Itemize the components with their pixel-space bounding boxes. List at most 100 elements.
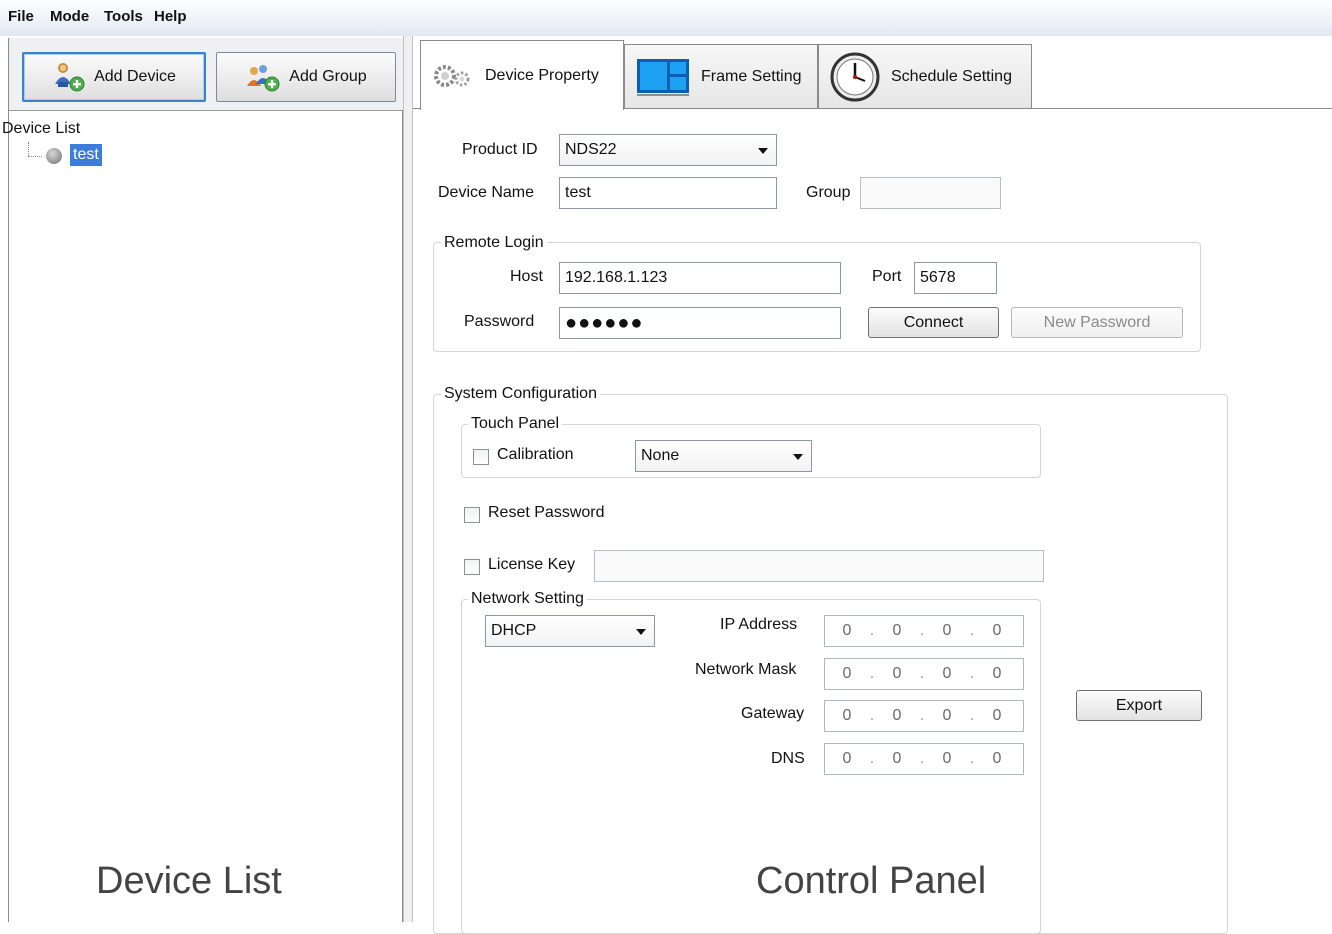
product-id-value: NDS22 xyxy=(565,141,617,158)
ip-address-field[interactable]: 0. 0. 0. 0 xyxy=(824,615,1024,647)
ip-address-octet: 0 xyxy=(842,622,852,639)
network-setting-title: Network Setting xyxy=(468,590,587,608)
add-device-label: Add Device xyxy=(94,68,176,85)
tab-schedule-setting-label: Schedule Setting xyxy=(891,67,1012,85)
ip-separator: . xyxy=(919,665,925,682)
gateway-octet: 0 xyxy=(992,707,1002,724)
tab-schedule-setting[interactable]: Schedule Setting xyxy=(818,44,1032,108)
product-id-label: Product ID xyxy=(462,141,538,158)
network-mask-field[interactable]: 0. 0. 0. 0 xyxy=(824,658,1024,690)
ip-separator: . xyxy=(969,622,975,639)
menu-file[interactable]: File xyxy=(8,8,34,25)
network-mask-octet: 0 xyxy=(842,665,852,682)
gateway-octet: 0 xyxy=(842,707,852,724)
product-id-select[interactable]: NDS22 xyxy=(559,134,777,166)
license-key-field[interactable] xyxy=(594,550,1044,582)
calibration-label: Calibration xyxy=(497,446,574,463)
add-group-icon xyxy=(247,65,280,92)
new-password-button[interactable]: New Password xyxy=(1011,307,1183,338)
ip-separator: . xyxy=(919,622,925,639)
tree-connector-horizontal xyxy=(28,156,42,158)
ip-address-octet: 0 xyxy=(892,622,902,639)
ip-separator: . xyxy=(869,750,875,767)
license-key-checkbox[interactable] xyxy=(464,559,480,575)
device-name-field[interactable]: test xyxy=(559,177,777,209)
host-field[interactable]: 192.168.1.123 xyxy=(559,262,841,294)
license-key-label: License Key xyxy=(488,556,576,573)
gears-icon xyxy=(434,64,470,87)
ip-separator: . xyxy=(869,707,875,724)
host-label: Host xyxy=(510,268,543,285)
tab-frame-setting[interactable]: Frame Setting xyxy=(624,44,818,108)
gateway-octet: 0 xyxy=(942,707,952,724)
dns-octet: 0 xyxy=(842,750,852,767)
add-group-button[interactable]: Add Group xyxy=(216,52,396,102)
device-list-header: Device List xyxy=(2,120,81,137)
port-label: Port xyxy=(872,268,902,285)
menu-help[interactable]: Help xyxy=(154,8,187,25)
clock-icon xyxy=(830,52,880,101)
reset-password-checkbox[interactable] xyxy=(464,507,480,523)
control-panel-caption: Control Panel xyxy=(756,860,987,902)
dns-octet: 0 xyxy=(892,750,902,767)
chevron-down-icon xyxy=(793,454,803,460)
network-mask-octet: 0 xyxy=(992,665,1002,682)
ip-address-octet: 0 xyxy=(942,622,952,639)
tree-connector xyxy=(28,142,30,156)
dns-field[interactable]: 0. 0. 0. 0 xyxy=(824,743,1024,775)
panel-border xyxy=(8,38,9,922)
device-list-item[interactable]: test xyxy=(70,144,102,166)
export-button[interactable]: Export xyxy=(1076,690,1202,721)
tab-device-property[interactable]: Device Property xyxy=(420,40,624,110)
device-list-panel xyxy=(0,36,408,922)
device-list-caption: Device List xyxy=(96,860,282,902)
network-mode-value: DHCP xyxy=(491,622,537,639)
system-configuration-title: System Configuration xyxy=(441,385,600,403)
gateway-field[interactable]: 0. 0. 0. 0 xyxy=(824,700,1024,732)
port-field[interactable]: 5678 xyxy=(914,262,997,294)
ip-separator: . xyxy=(969,665,975,682)
chevron-down-icon xyxy=(636,629,646,635)
gateway-octet: 0 xyxy=(892,707,902,724)
menu-tools[interactable]: Tools xyxy=(104,8,143,25)
group-label: Group xyxy=(806,184,851,201)
network-mask-octet: 0 xyxy=(892,665,902,682)
group-field[interactable] xyxy=(860,177,1001,209)
ip-separator: . xyxy=(969,707,975,724)
add-device-icon xyxy=(55,63,85,92)
add-device-button[interactable]: Add Device xyxy=(22,52,206,102)
calibration-value: None xyxy=(641,447,680,464)
menu-mode[interactable]: Mode xyxy=(50,8,89,25)
reset-password-label: Reset Password xyxy=(488,504,605,521)
ip-separator: . xyxy=(869,665,875,682)
tab-frame-setting-label: Frame Setting xyxy=(701,67,802,85)
frame-layout-icon xyxy=(637,58,689,95)
gateway-label: Gateway xyxy=(741,705,805,722)
calibration-select[interactable]: None xyxy=(635,440,812,472)
connect-button[interactable]: Connect xyxy=(868,307,999,338)
ip-separator: . xyxy=(919,750,925,767)
splitter[interactable] xyxy=(403,36,413,922)
remote-login-title: Remote Login xyxy=(441,234,547,252)
password-label: Password xyxy=(464,313,535,330)
ip-separator: . xyxy=(869,622,875,639)
ip-separator: . xyxy=(969,750,975,767)
network-mask-label: Network Mask xyxy=(695,661,797,678)
calibration-checkbox[interactable] xyxy=(473,449,489,465)
menu-bar: File Mode Tools Help xyxy=(0,0,1332,36)
ip-address-label: IP Address xyxy=(720,616,798,633)
network-mode-select[interactable]: DHCP xyxy=(485,615,655,647)
tab-device-property-label: Device Property xyxy=(485,66,599,84)
ip-separator: . xyxy=(919,707,925,724)
dns-octet: 0 xyxy=(942,750,952,767)
dns-octet: 0 xyxy=(992,750,1002,767)
network-mask-octet: 0 xyxy=(942,665,952,682)
touch-panel-title: Touch Panel xyxy=(468,415,563,433)
add-group-label: Add Group xyxy=(289,68,367,85)
password-field[interactable]: ●●●●●● xyxy=(559,307,841,339)
ip-address-octet: 0 xyxy=(992,622,1002,639)
device-status-icon xyxy=(46,148,62,164)
dns-label: DNS xyxy=(771,750,805,767)
chevron-down-icon xyxy=(758,148,768,154)
device-name-label: Device Name xyxy=(438,184,535,201)
